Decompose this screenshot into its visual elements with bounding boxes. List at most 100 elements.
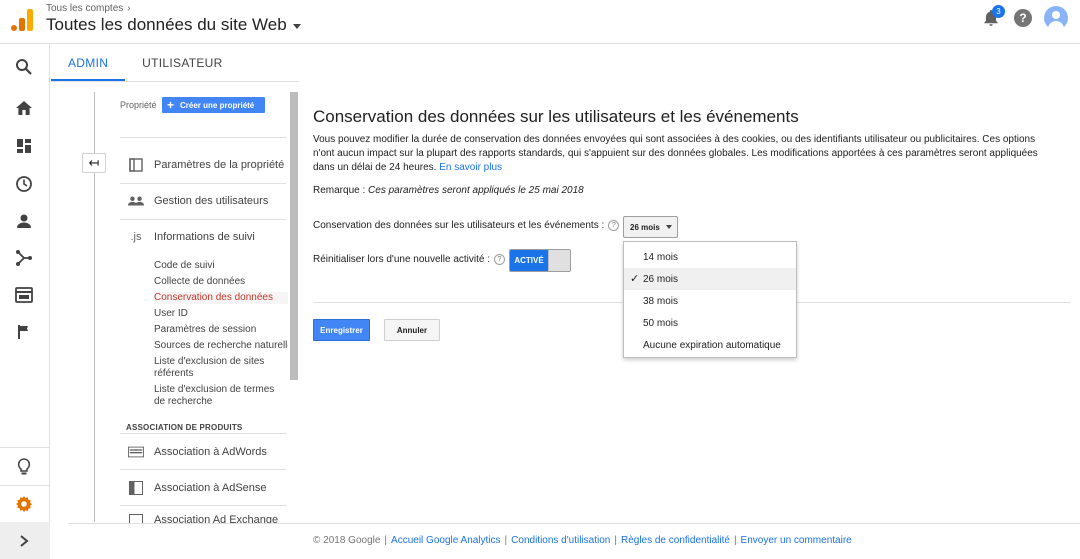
save-button[interactable]: Enregistrer (313, 319, 370, 341)
property-column-scrollbar[interactable] (290, 92, 298, 380)
option-label: 26 mois (643, 273, 679, 285)
adwords-icon (128, 445, 144, 459)
left-nav (0, 44, 50, 559)
footer-separator: | (504, 535, 508, 546)
reset-row: Réinitialiser lors d'une nouvelle activi… (313, 254, 505, 265)
product-ad-exchange-link[interactable]: Association Ad Exchange (128, 514, 278, 523)
page-heading: Conservation des données sur les utilisa… (313, 107, 799, 126)
expand-chevron-icon[interactable] (13, 530, 35, 552)
product-adsense-link[interactable]: Association à AdSense (128, 481, 267, 495)
retention-row: Conservation des données sur les utilisa… (313, 220, 620, 231)
product-linking-heading: ASSOCIATION DE PRODUITS (126, 423, 243, 432)
section-label: Paramètres de la propriété (154, 159, 285, 171)
footer-divider (68, 523, 1080, 524)
home-icon[interactable] (13, 97, 35, 119)
caret-down-icon (292, 23, 301, 29)
footer-link-feedback[interactable]: Envoyer un commentaire (741, 535, 852, 546)
admin-gear-icon[interactable] (13, 493, 35, 515)
retention-option-26[interactable]: ✓ 26 mois (624, 268, 796, 290)
section-user-management[interactable]: Gestion des utilisateurs (128, 194, 268, 208)
footer-separator: | (733, 535, 737, 546)
help-icon[interactable]: ? (1014, 9, 1032, 27)
collapse-back-button[interactable]: ↤ (82, 153, 106, 173)
plus-icon: + (167, 98, 175, 112)
customization-icon[interactable] (13, 135, 35, 157)
search-icon[interactable] (13, 56, 35, 78)
section-property-settings[interactable]: Paramètres de la propriété (128, 158, 284, 172)
tracking-item-code[interactable]: Code de suivi (154, 260, 288, 272)
tab-user[interactable]: UTILISATEUR (125, 44, 239, 81)
retention-dropdown-menu: 14 mois ✓ 26 mois 38 mois 50 mois Aucune… (623, 241, 797, 358)
footer-link-privacy[interactable]: Règles de confidentialité (621, 535, 730, 546)
cancel-button[interactable]: Annuler (384, 319, 440, 341)
acquisition-icon[interactable] (13, 247, 35, 269)
chevron-right-icon: › (127, 3, 131, 14)
tracking-item-data-collection[interactable]: Collecte de données (154, 276, 288, 288)
product-label: Association à AdSense (154, 482, 267, 494)
section-tracking-info[interactable]: .js Informations de suivi (128, 230, 255, 244)
discover-lightbulb-icon[interactable] (13, 456, 35, 478)
create-property-label: Créer une propriété (180, 100, 255, 110)
create-property-button[interactable]: + Créer une propriété (162, 97, 265, 113)
toggle-knob[interactable] (548, 250, 570, 271)
tab-admin[interactable]: ADMIN (51, 44, 126, 81)
learn-more-link[interactable]: En savoir plus (439, 162, 502, 173)
view-selector[interactable]: Toutes les données du site Web (46, 15, 301, 35)
tracking-item-referral-exclusion[interactable]: Liste d'exclusion de sites référents (154, 356, 288, 380)
retention-select[interactable]: 26 mois (623, 216, 678, 238)
conversions-flag-icon[interactable] (13, 321, 35, 343)
product-label: Association à AdWords (154, 446, 267, 458)
realtime-clock-icon[interactable] (13, 173, 35, 195)
help-question-icon[interactable]: ? (494, 254, 505, 265)
section-label: Informations de suivi (154, 231, 255, 243)
notifications-button[interactable]: 3 (980, 5, 1005, 30)
description-text: Vous pouvez modifier la durée de conserv… (313, 134, 1038, 173)
admin-tabs: ADMIN UTILISATEUR (51, 44, 240, 81)
behavior-icon[interactable] (13, 284, 35, 306)
product-adwords-link[interactable]: Association à AdWords (128, 445, 267, 459)
adsense-icon (128, 481, 144, 495)
retention-label: Conservation des données sur les utilisa… (313, 220, 605, 231)
reset-label: Réinitialiser lors d'une nouvelle activi… (313, 254, 490, 265)
tracking-item-user-id[interactable]: User ID (154, 308, 288, 320)
reset-on-activity-toggle[interactable]: ACTIVÉ (509, 249, 571, 272)
page-title: Toutes les données du site Web (46, 15, 287, 34)
remark-note: Remarque : Ces paramètres seront appliqu… (313, 185, 584, 196)
retention-option-14[interactable]: 14 mois (624, 246, 796, 268)
property-label: Propriété (120, 100, 157, 110)
breadcrumb[interactable]: Tous les comptes › (46, 3, 131, 14)
footer-link-terms[interactable]: Conditions d'utilisation (511, 535, 610, 546)
remark-text: Ces paramètres seront appliqués le 25 ma… (368, 185, 584, 196)
checkmark-icon: ✓ (630, 273, 640, 285)
tracking-item-session-settings[interactable]: Paramètres de session (154, 324, 288, 336)
tracking-item-organic-sources[interactable]: Sources de recherche naturelle (154, 340, 288, 352)
tracking-item-search-term-exclusion[interactable]: Liste d'exclusion de termes de recherche (154, 384, 288, 408)
property-settings-icon (128, 158, 144, 172)
ad-exchange-icon (128, 514, 144, 523)
help-question-icon[interactable]: ? (608, 220, 620, 231)
footer: © 2018 Google | Accueil Google Analytics… (313, 535, 852, 546)
retention-description: Vous pouvez modifier la durée de conserv… (313, 133, 1058, 175)
retention-option-38[interactable]: 38 mois (624, 290, 796, 312)
footer-separator: | (384, 535, 388, 546)
product-label: Association Ad Exchange (154, 514, 279, 523)
tracking-item-data-retention[interactable]: Conservation des données (154, 292, 288, 304)
top-header: Tous les comptes › Toutes les données du… (0, 0, 1080, 44)
audience-person-icon[interactable] (13, 210, 35, 232)
footer-separator: | (614, 535, 617, 546)
remark-label: Remarque : (313, 185, 366, 196)
js-icon: .js (130, 231, 142, 243)
section-label: Gestion des utilisateurs (154, 195, 269, 207)
caret-down-icon (665, 225, 672, 229)
analytics-logo-icon[interactable] (11, 9, 33, 31)
retention-option-50[interactable]: 50 mois (624, 312, 796, 334)
breadcrumb-all-accounts[interactable]: Tous les comptes (46, 3, 123, 14)
footer-copyright: © 2018 Google (313, 535, 381, 546)
users-icon (128, 194, 144, 208)
footer-link-home[interactable]: Accueil Google Analytics (391, 535, 501, 546)
retention-selected-value: 26 mois (630, 222, 660, 232)
notification-count-badge: 3 (992, 5, 1005, 18)
toggle-on-label: ACTIVÉ (510, 250, 548, 271)
retention-option-never[interactable]: Aucune expiration automatique (624, 334, 796, 356)
account-avatar[interactable] (1044, 6, 1068, 30)
